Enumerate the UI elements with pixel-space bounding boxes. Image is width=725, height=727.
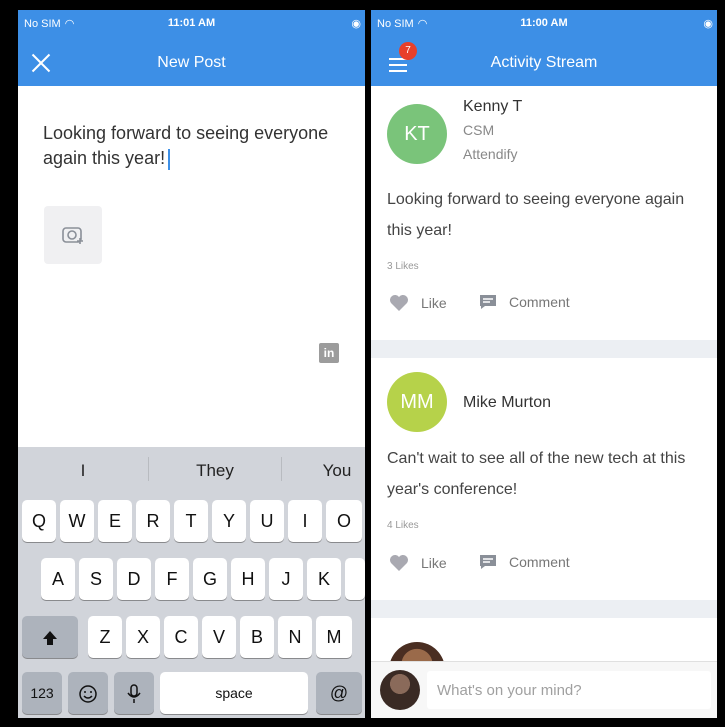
key-s[interactable]: S [79,558,113,600]
emoji-key[interactable] [68,672,108,714]
key-g[interactable]: G [193,558,227,600]
key-v[interactable]: V [202,616,236,658]
dictation-key[interactable] [114,672,154,714]
activity-stream-screen: No SIM ◠ 11:00 AM ◉ 7 Activity Stream KT … [371,10,717,718]
like-button[interactable]: Like [389,294,447,312]
key-z[interactable]: Z [88,616,122,658]
post-card [371,618,717,698]
post-text-line: Looking forward to seeing everyone again [387,191,685,208]
status-time: 11:00 AM [520,17,568,29]
key-o[interactable]: O [326,500,362,542]
comment-icon [480,295,496,309]
author-company: Attendify [463,146,518,162]
composer-text: Looking forward to seeing everyone again… [43,123,329,168]
heart-icon [390,555,408,571]
key-r[interactable]: R [136,500,170,542]
add-photo-button[interactable] [44,206,102,264]
linkedin-icon[interactable]: in [319,343,339,363]
page-title: New Post [157,54,226,71]
heart-icon [390,295,408,311]
status-time: 11:01 AM [167,17,216,29]
likes-count[interactable]: 3 Likes [387,261,419,272]
new-post-screen: No SIM ◠ 11:01 AM ◉ New Post Looking forw… [18,10,365,718]
current-user-avatar [380,670,420,710]
shift-arrow-icon [43,631,57,646]
shift-key[interactable] [22,616,78,658]
suggestion-1[interactable]: I [18,461,148,481]
author-role: CSM [463,122,495,138]
key-j[interactable]: J [269,558,303,600]
key-m[interactable]: M [316,616,352,658]
post-card: MM Mike Murton Can't wait to see all of … [371,358,717,598]
key-e[interactable]: E [98,500,132,542]
post-divider [371,340,717,358]
post-divider [371,600,717,618]
key-i[interactable]: I [288,500,322,542]
post-text-line: this year! [387,222,452,239]
page-title: Activity Stream [490,54,598,71]
key-x[interactable]: X [126,616,160,658]
battery-icon: ◉ [703,18,713,30]
like-label: Like [421,295,447,311]
comment-label: Comment [509,554,570,570]
post-author[interactable]: Kenny T [463,98,522,116]
post-text-line: year's conference! [387,481,518,498]
like-button[interactable]: Like [389,554,447,572]
like-label: Like [421,555,447,571]
key-c[interactable]: C [164,616,198,658]
status-input[interactable] [427,671,711,709]
post-text-line: Can't wait to see all of the new tech at… [387,450,686,467]
post-composer-field[interactable]: Looking forward to seeing everyone again… [43,121,363,171]
suggestion-2[interactable]: They [149,461,281,481]
key-u[interactable]: U [250,500,284,542]
onscreen-keyboard: I They You Q W E R T Y U I O A S D F G H… [18,447,365,718]
key-b[interactable]: B [240,616,274,658]
avatar[interactable]: KT [387,104,447,164]
comment-button[interactable]: Comment [479,554,570,570]
key-l[interactable] [345,558,365,600]
status-bar: No SIM ◠ 11:01 AM ◉ [18,17,365,33]
avatar[interactable]: MM [387,372,447,432]
key-k[interactable]: K [307,558,341,600]
key-t[interactable]: T [174,500,208,542]
key-a[interactable]: A [41,558,75,600]
app-bar: No SIM ◠ 11:00 AM ◉ 7 Activity Stream [371,10,717,86]
key-y[interactable]: Y [212,500,246,542]
microphone-icon [127,684,141,704]
battery-icon: ◉ [351,18,361,30]
compose-bar [371,661,717,718]
key-q[interactable]: Q [22,500,56,542]
space-key[interactable]: space [160,672,308,714]
at-key[interactable]: @ [316,672,362,714]
text-cursor [168,148,171,170]
status-bar: No SIM ◠ 11:00 AM ◉ [371,17,717,33]
key-d[interactable]: D [117,558,151,600]
app-bar: No SIM ◠ 11:01 AM ◉ New Post [18,10,365,86]
suggestion-bar: I They You [18,447,365,491]
post-card: KT Kenny T CSM Attendify Looking forward… [371,86,717,340]
key-n[interactable]: N [278,616,312,658]
suggestion-3[interactable]: You [282,461,365,481]
comment-button[interactable]: Comment [479,294,570,310]
key-h[interactable]: H [231,558,265,600]
comment-label: Comment [509,294,570,310]
key-w[interactable]: W [60,500,94,542]
numbers-key[interactable]: 123 [22,672,62,714]
post-author[interactable]: Mike Murton [463,394,551,412]
camera-add-icon [62,227,83,244]
emoji-icon [79,685,97,703]
comment-icon [480,555,496,569]
key-f[interactable]: F [155,558,189,600]
likes-count[interactable]: 4 Likes [387,520,419,531]
